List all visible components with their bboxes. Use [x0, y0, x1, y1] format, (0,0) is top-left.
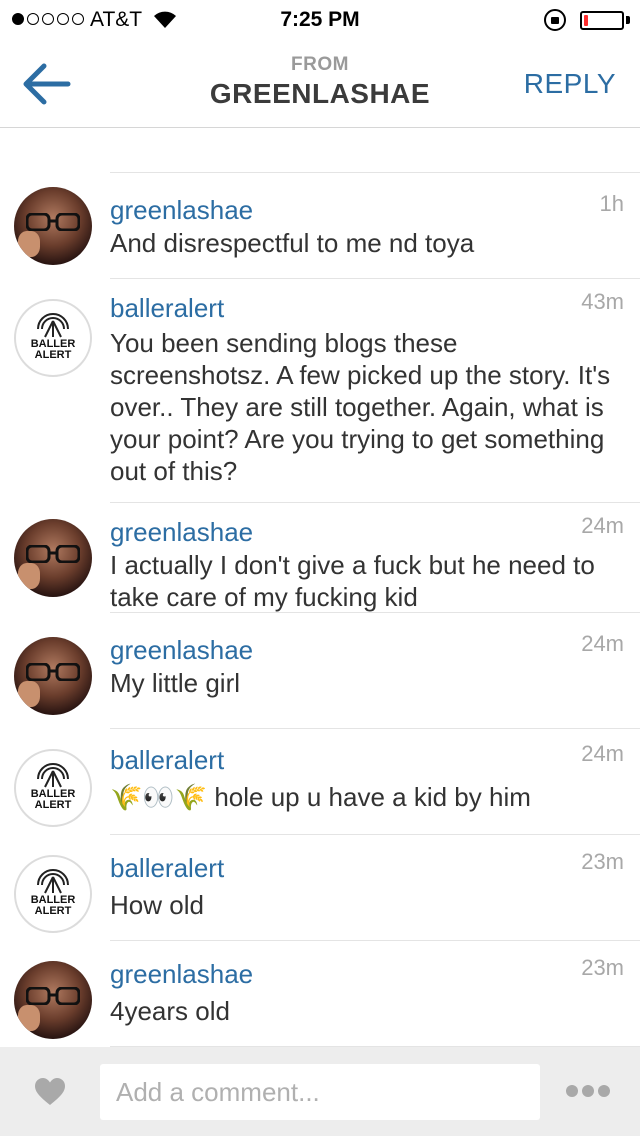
message-text: 4years old [110, 996, 230, 1026]
status-bar: AT&T 7:25 PM [0, 0, 640, 40]
message-username[interactable]: greenlashae [110, 635, 253, 666]
battery-tip [626, 16, 630, 24]
svg-text:ALERT: ALERT [35, 349, 72, 361]
message-username[interactable]: greenlashae [110, 959, 253, 990]
reply-button[interactable]: REPLY [524, 68, 616, 100]
header: FROM GREENLASHAE REPLY [0, 40, 640, 128]
svg-text:ALERT: ALERT [35, 905, 72, 917]
message-time: 1h [599, 191, 624, 216]
svg-text:ALERT: ALERT [35, 799, 72, 811]
message-time: 43m [581, 289, 624, 314]
message-text: I actually I don't give a fuck but he ne… [110, 550, 595, 612]
avatar[interactable] [14, 187, 92, 265]
comment-input[interactable] [100, 1064, 540, 1120]
baller-alert-logo-avatar[interactable]: BALLER ALERT [14, 855, 92, 933]
message-username[interactable]: balleralert [110, 853, 224, 884]
avatar[interactable] [14, 637, 92, 715]
message-username[interactable]: greenlashae [110, 195, 253, 226]
baller-alert-logo-avatar[interactable]: BALLER ALERT [14, 299, 92, 377]
message-text: My little girl [110, 668, 241, 698]
message-time: 23m [581, 955, 624, 980]
message-row: greenlashae 1h And disrespectful to me nd … [0, 173, 640, 279]
rotation-lock-icon [544, 9, 566, 31]
battery-icon [580, 11, 624, 30]
message-row: BALLER ALERT balleralert 23m How old [0, 835, 640, 941]
message-row: greenlashae 24m I actually I don't give a … [0, 503, 640, 613]
message-username[interactable]: balleralert [110, 293, 224, 324]
message-time: 24m [581, 513, 624, 538]
message-time: 24m [581, 741, 624, 766]
message-text: How old [110, 890, 204, 920]
heart-icon[interactable] [34, 1077, 66, 1107]
message-text: And disrespectful to me nd toya [110, 228, 475, 258]
baller-alert-logo-avatar[interactable]: BALLER ALERT [14, 749, 92, 827]
message-row: greenlashae 23m 4years old [0, 941, 640, 1047]
avatar[interactable] [14, 519, 92, 597]
avatar[interactable] [14, 961, 92, 1039]
comment-bar [0, 1047, 640, 1136]
message-row: You don't think this is rude [0, 129, 640, 173]
message-username[interactable]: balleralert [110, 745, 224, 776]
message-time: 23m [581, 849, 624, 874]
message-row: BALLER ALERT balleralert 43m You been sendin… [0, 279, 640, 503]
more-dots-icon[interactable] [566, 1085, 610, 1097]
message-row: BALLER ALERT balleralert 24m 🌾👀🌾 hole up u h… [0, 729, 640, 835]
message-text: You been sending blogs these screenshots… [110, 328, 611, 486]
message-row: greenlashae 24m My little girl [0, 613, 640, 729]
message-time: 24m [581, 631, 624, 656]
message-list[interactable]: You don't think this is rude greenlashae 1… [0, 129, 640, 1047]
message-text: 🌾👀🌾 hole up u have a kid by him [110, 782, 531, 812]
message-username[interactable]: greenlashae [110, 517, 253, 548]
